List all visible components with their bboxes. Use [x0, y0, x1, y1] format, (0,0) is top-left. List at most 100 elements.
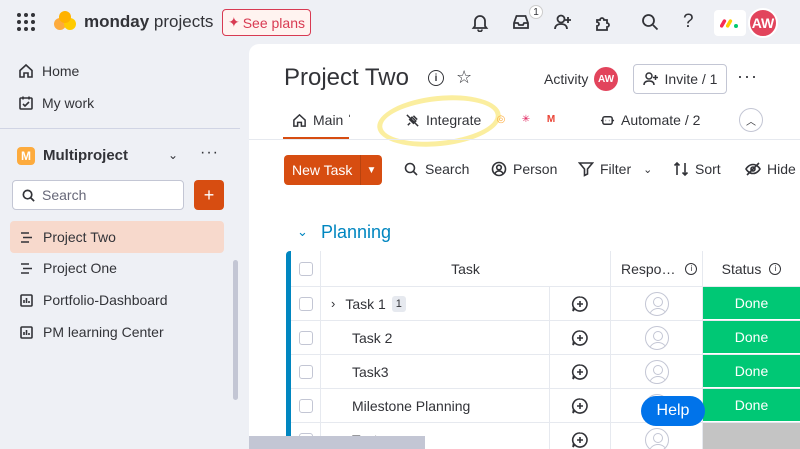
add-update-icon[interactable]	[550, 423, 611, 449]
row-checkbox-cell[interactable]	[291, 389, 321, 422]
person-cell[interactable]	[611, 321, 703, 354]
toolbar-sort-button[interactable]: Sort	[673, 161, 721, 177]
page-title[interactable]: Project Two	[284, 64, 409, 92]
person-cell[interactable]	[611, 423, 703, 449]
user-avatar[interactable]: AW	[748, 8, 778, 38]
task-name-cell[interactable]: Task 2	[321, 321, 550, 354]
sidebar-item-project-two[interactable]: Project Two	[10, 221, 224, 253]
add-update-icon[interactable]	[550, 389, 611, 422]
row-checkbox[interactable]	[298, 330, 313, 345]
invite-button[interactable]: Invite / 1	[633, 64, 727, 94]
sidebar-scrollbar[interactable]	[233, 260, 238, 400]
sidebar-item-pm-learning-center[interactable]: PM learning Center	[10, 316, 224, 348]
tab-automate[interactable]: Automate / 2	[600, 112, 700, 128]
home-label: Home	[42, 63, 80, 79]
sidebar-item-my-work[interactable]: My work	[18, 95, 94, 111]
select-all-checkbox-cell[interactable]	[291, 251, 321, 286]
row-checkbox[interactable]	[298, 364, 313, 379]
row-checkbox[interactable]	[298, 398, 313, 413]
brand-name[interactable]: monday projects	[84, 12, 213, 32]
notifications-bell-icon[interactable]	[469, 11, 491, 33]
search-icon	[404, 162, 418, 176]
sidebar-item-project-one[interactable]: Project One	[10, 252, 224, 284]
select-all-checkbox[interactable]	[298, 261, 313, 276]
row-checkbox-cell[interactable]	[291, 321, 321, 354]
group-collapse-chevron-icon[interactable]: ⌄	[297, 224, 308, 240]
task-name: Task3	[352, 363, 389, 380]
tab-integrate[interactable]: Integrate	[405, 112, 481, 128]
task-name-cell[interactable]: Task3	[321, 355, 550, 388]
info-icon[interactable]: i	[769, 262, 782, 275]
person-cell[interactable]	[611, 355, 703, 388]
chevron-down-icon[interactable]: ⌄	[643, 163, 652, 176]
expand-subitems-chevron-icon[interactable]: ›	[331, 296, 335, 311]
help-button[interactable]: Help	[641, 396, 705, 426]
column-header-responsible[interactable]: Respo… i	[611, 251, 703, 286]
sidebar-item-portfolio-dashboard[interactable]: Portfolio-Dashboard	[10, 284, 224, 316]
sort-icon	[673, 161, 689, 177]
chevron-down-icon[interactable]: ▼	[360, 155, 382, 185]
calendar-check-icon	[19, 96, 33, 110]
invite-members-icon[interactable]	[552, 11, 574, 33]
monday-mini-logo-icon[interactable]	[714, 10, 746, 36]
add-update-icon[interactable]	[550, 355, 611, 388]
task-name-cell[interactable]: › Task 1 1	[321, 287, 550, 320]
person-placeholder-icon	[644, 325, 669, 350]
monday-logo-icon	[54, 11, 76, 30]
sidebar: Home My work M Multiproject ⌄ ··· Search…	[0, 44, 240, 449]
favorite-star-icon[interactable]: ☆	[456, 67, 472, 88]
see-plans-button[interactable]: ✦ See plans	[222, 9, 311, 36]
apps-marketplace-icon[interactable]	[592, 11, 614, 33]
group-title[interactable]: Planning	[321, 222, 391, 243]
status-cell[interactable]: Done	[703, 321, 800, 354]
workspace-name[interactable]: Multiproject	[43, 147, 128, 164]
responsible-header-label: Respo…	[621, 260, 676, 277]
table-row[interactable]: Task 2 Done	[291, 321, 800, 355]
hide-label: Hide	[767, 161, 796, 177]
activity-link[interactable]: Activity	[544, 71, 588, 87]
more-options-icon[interactable]: ···	[200, 144, 219, 162]
horizontal-scrollbar[interactable]	[249, 436, 425, 449]
toolbar-filter-button[interactable]: Filter ⌄	[578, 161, 652, 177]
person-placeholder-icon	[644, 427, 669, 449]
tab-integrate-label: Integrate	[426, 112, 482, 128]
add-update-icon[interactable]	[550, 321, 611, 354]
status-cell[interactable]	[703, 423, 800, 449]
table-row[interactable]: Task3 Done	[291, 355, 800, 389]
board-more-options-icon[interactable]: ···	[737, 66, 758, 87]
task-name-cell[interactable]: Milestone Planning	[321, 389, 550, 422]
board-icon	[21, 262, 32, 274]
sidebar-search-input[interactable]: Search	[12, 180, 184, 210]
collapse-header-button[interactable]: ︿	[739, 108, 763, 132]
new-task-button[interactable]: New Task ▼	[284, 155, 382, 185]
status-cell[interactable]: Done	[703, 355, 800, 388]
table-row[interactable]: › Task 1 1 Done	[291, 287, 800, 321]
activity-avatar[interactable]: AW	[594, 67, 618, 91]
info-icon[interactable]: i	[428, 70, 444, 86]
row-checkbox-cell[interactable]	[291, 287, 321, 320]
my-work-label: My work	[42, 95, 95, 111]
status-cell[interactable]: Done	[703, 287, 800, 320]
toolbar-hide-button[interactable]: Hide	[745, 161, 796, 177]
add-person-icon	[642, 72, 658, 86]
subitems-count-badge[interactable]: 1	[391, 295, 406, 312]
tab-main-table[interactable]: Main ˈ	[292, 112, 352, 128]
person-cell[interactable]	[611, 287, 703, 320]
toolbar-person-button[interactable]: Person	[491, 161, 557, 177]
help-question-icon[interactable]: ?	[683, 11, 694, 33]
column-header-status[interactable]: Status i	[703, 251, 800, 286]
status-cell[interactable]: Done	[703, 389, 800, 422]
chevron-down-icon[interactable]: ⌄	[168, 148, 178, 162]
sparkle-icon: ✦	[227, 14, 240, 30]
sidebar-item-home[interactable]: Home	[18, 63, 79, 79]
column-header-task[interactable]: Task	[321, 251, 611, 286]
apps-grid-icon[interactable]	[17, 13, 35, 31]
row-checkbox[interactable]	[298, 296, 313, 311]
table-row[interactable]: Milestone Planning Done	[291, 389, 800, 423]
info-icon[interactable]: i	[685, 262, 698, 275]
toolbar-search-button[interactable]: Search	[403, 161, 469, 177]
row-checkbox-cell[interactable]	[291, 355, 321, 388]
add-update-icon[interactable]	[550, 287, 611, 320]
add-item-button[interactable]: +	[194, 180, 224, 210]
search-icon[interactable]	[639, 11, 661, 33]
